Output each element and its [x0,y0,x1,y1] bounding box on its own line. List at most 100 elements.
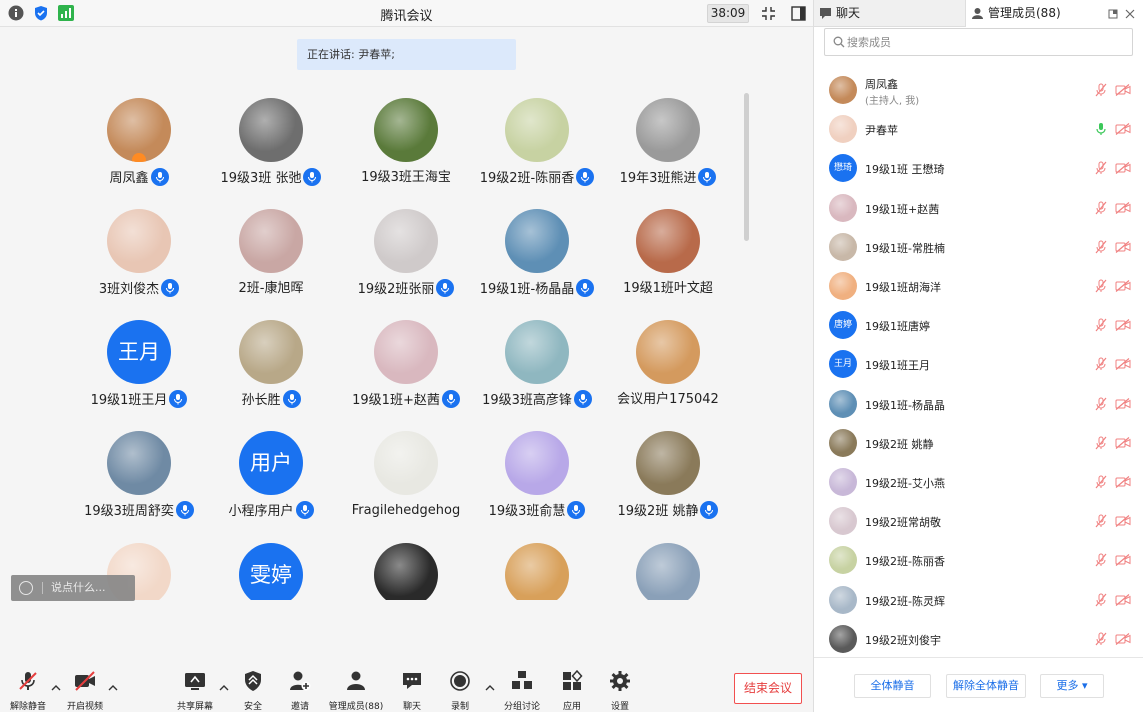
grid-scrollbar[interactable] [744,93,749,241]
participant-tile[interactable]: 19级3班周舒奕 [69,431,209,521]
member-row[interactable]: 19级2班 姚静 [814,425,1143,464]
record-button[interactable]: 录制 [430,670,490,712]
participant-tile[interactable]: 雯婷 [201,543,341,600]
participant-tile[interactable]: 19级2班-陈丽香 [467,98,607,188]
participant-tile[interactable]: 19级3班俞慧 [467,431,607,521]
member-avatar [829,232,857,261]
mic-muted-icon[interactable] [1094,397,1108,411]
member-row[interactable]: 19级2班刘俊宇 [814,621,1143,657]
participant-tile[interactable]: 王月 19级1班王月 [69,320,209,410]
member-row[interactable]: 懋琦 19级1班 王懋琦 [814,150,1143,189]
participant-tile[interactable]: 19年3班熊进 [598,98,738,188]
camera-off-icon[interactable] [1115,593,1131,606]
mic-muted-icon[interactable] [1094,436,1108,450]
member-avatar: 唐婷 [829,311,857,340]
end-meeting-button[interactable]: 结束会议 [734,673,802,704]
participant-tile[interactable]: 19级1班叶文超 [598,209,738,299]
share-screen-button[interactable]: 共享屏幕 [165,670,225,712]
participant-tile[interactable]: 用户 小程序用户 [201,431,341,521]
mic-muted-icon[interactable] [1094,632,1108,646]
participant-tile[interactable]: 19级3班王海宝 [336,98,476,188]
unmute-all-button[interactable]: 解除全体静音 [946,674,1026,698]
mic-muted-icon[interactable] [1094,201,1108,215]
participant-tile[interactable]: 会议用户175042 [598,320,738,410]
mic-muted-icon[interactable] [1094,318,1108,332]
mic-muted-icon[interactable] [1094,553,1108,567]
mic-muted-icon[interactable] [1094,593,1108,607]
camera-off-icon[interactable] [1115,632,1131,645]
mute-all-button[interactable]: 全体静音 [854,674,931,698]
participant-tile[interactable]: 19级1班-杨晶晶 [467,209,607,299]
camera-off-icon[interactable] [1115,201,1131,214]
participant-name-text: 19级3班 张弛 [220,171,302,186]
participant-tile[interactable]: 19级2班张丽 [336,209,476,299]
participant-tile[interactable] [598,543,738,600]
mic-muted-icon[interactable] [1094,514,1108,528]
camera-off-icon[interactable] [1115,280,1131,292]
quick-chat-input[interactable]: 说点什么... [11,575,135,601]
camera-off-icon[interactable] [1115,319,1131,332]
chevron-up-icon[interactable] [108,684,118,692]
shrink-icon[interactable] [759,4,778,23]
participant-tile[interactable]: 2班-康旭晖 [201,209,341,299]
participant-tile[interactable]: 周凤鑫 [69,98,209,188]
member-row[interactable]: 唐婷 19级1班唐婷 [814,307,1143,346]
tab-members[interactable]: 管理成员(88) [965,0,1143,27]
member-row[interactable]: 19级1班胡海洋 [814,268,1143,307]
participant-tile[interactable]: 19级2班 姚静 [598,431,738,521]
mic-muted-icon[interactable] [1094,279,1108,293]
mic-muted-icon[interactable] [1094,475,1108,489]
member-row[interactable]: 19级1班-常胜楠 [814,229,1143,268]
participant-tile[interactable] [336,543,476,600]
member-row[interactable]: 王月 19级1班王月 [814,346,1143,385]
camera-off-icon[interactable] [1115,123,1131,136]
unmute-button[interactable]: 解除静音 [0,670,58,712]
mic-muted-icon[interactable] [1094,161,1108,175]
sidebar-layout-icon[interactable] [789,4,808,23]
emoji-icon[interactable] [19,581,33,595]
members-icon [347,671,365,690]
participant-avatar [636,543,700,600]
camera-off-icon[interactable] [1115,515,1131,528]
participant-name-text: 19级1班王月 [90,393,168,408]
participant-tile[interactable]: 19级3班高彦锋 [467,320,607,410]
member-search[interactable] [824,28,1133,56]
search-input[interactable] [847,34,1117,50]
manage-members-button[interactable]: 管理成员(88) [326,670,386,712]
participant-tile[interactable]: 3班刘俊杰 [69,209,209,299]
camera-off-icon[interactable] [1115,162,1131,175]
member-row[interactable]: 19级2班-艾小燕 [814,464,1143,503]
camera-off-icon[interactable] [1115,397,1131,410]
start-video-button[interactable]: 开启视频 [55,670,115,712]
mic-on-icon[interactable] [1094,122,1108,136]
camera-off-icon[interactable] [1115,84,1131,96]
participant-tile[interactable]: Fragilehedgehog [336,431,476,521]
invite-button[interactable]: 邀请 [270,670,330,712]
camera-off-icon[interactable] [1115,240,1131,253]
member-row[interactable]: 尹春苹 [814,111,1143,150]
member-row[interactable]: 19级2班常胡敬 [814,503,1143,542]
participant-tile[interactable]: 19级1班+赵茜 [336,320,476,410]
participant-tile[interactable]: 19级3班 张弛 [201,98,341,188]
mic-muted-icon[interactable] [1094,240,1108,254]
participant-tile[interactable] [467,543,607,600]
participant-tile[interactable]: 孙长胜 [201,320,341,410]
settings-button[interactable]: 设置 [590,670,650,712]
camera-off-icon[interactable] [1115,476,1131,488]
member-row[interactable]: 19级2班-陈丽香 [814,542,1143,581]
member-row[interactable]: 周凤鑫 (主持人, 我) [814,72,1143,111]
popout-icon[interactable] [1108,9,1118,19]
member-row[interactable]: 19级1班-杨晶晶 [814,386,1143,425]
more-button[interactable]: 更多 ▾ [1040,674,1104,698]
member-row[interactable]: 19级2班-陈灵辉 [814,582,1143,621]
mic-muted-icon[interactable] [1094,83,1108,97]
mic-muted-icon[interactable] [1094,357,1108,371]
camera-off-icon[interactable] [1115,358,1131,371]
camera-off-icon[interactable] [1115,436,1131,449]
close-icon[interactable] [1125,9,1135,19]
participant-name-text: 周凤鑫 [109,171,149,186]
tab-chat[interactable]: 聊天 [814,0,964,27]
member-row[interactable]: 19级1班+赵茜 [814,190,1143,229]
member-avatar [829,193,857,222]
camera-off-icon[interactable] [1115,554,1131,567]
